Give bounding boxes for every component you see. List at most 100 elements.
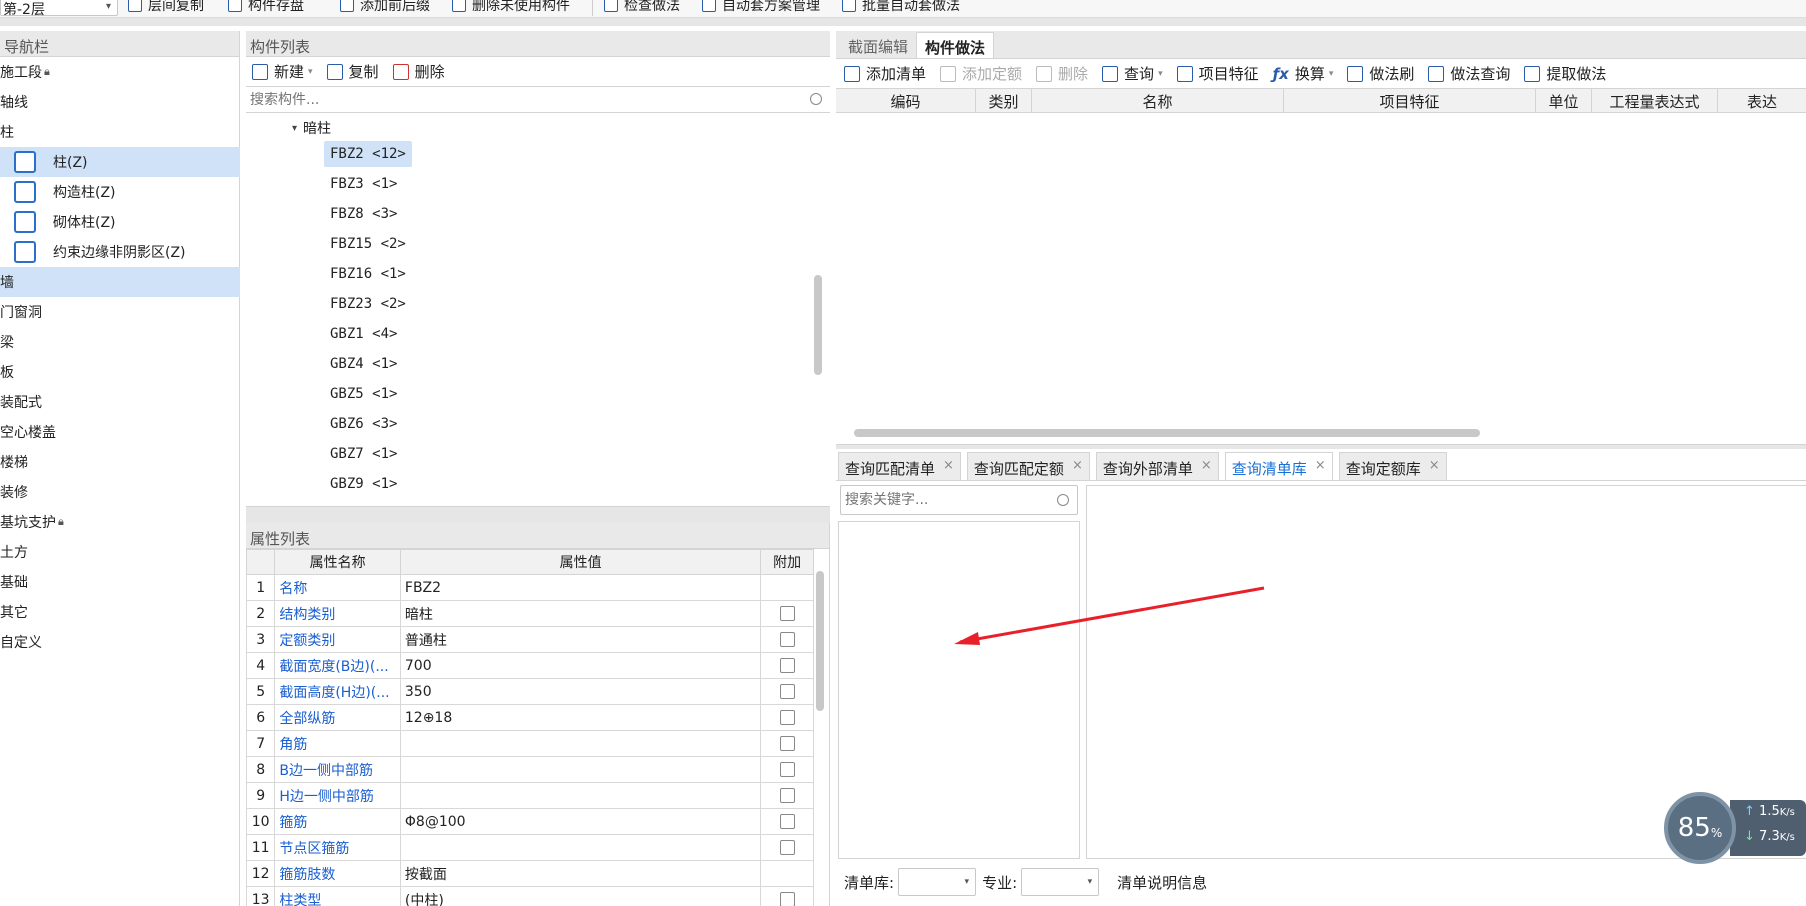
property-row[interactable]: 9 H边一侧中部筋 [246,782,814,809]
sidebar-item-0[interactable]: 施工段 🔒︎ [0,57,240,87]
property-row[interactable]: 3 定额类别 普通柱 [246,626,814,653]
extra-checkbox[interactable] [779,762,795,777]
tree-item[interactable]: FBZ2 <12> [324,141,412,167]
list-info-link[interactable]: 清单说明信息 [1117,872,1207,893]
property-row[interactable]: 7 角筋 [246,730,814,757]
property-row[interactable]: 4 截面宽度(B边)(... 700 [246,652,814,679]
tree-item[interactable]: GBZ1 <4> [324,321,403,347]
property-row[interactable]: 13 柱类型 (中柱) [246,886,814,906]
add-quota-button[interactable]: 添加定额 [940,63,1022,84]
sidebar-item-19[interactable]: 自定义 [0,627,240,657]
sidebar-item-16[interactable]: 土方 [0,537,240,567]
sidebar-item-2[interactable]: 柱 [0,117,240,147]
property-value[interactable]: Φ8@100 [399,808,762,835]
delete-unused-button[interactable]: 删除未使用构件 [452,0,570,16]
search-icon[interactable] [810,93,822,105]
tree-item[interactable]: GBZ5 <1> [324,381,403,407]
method-grid-hscrollbar[interactable] [854,429,1480,437]
extra-checkbox[interactable] [779,840,795,855]
new-button[interactable]: 新建 ▾ [252,61,313,82]
extra-checkbox[interactable] [779,632,795,647]
property-value[interactable]: 12⊕18 [399,704,762,731]
sidebar-item-10[interactable]: 板 [0,357,240,387]
property-value[interactable] [399,834,762,861]
sidebar-item-9[interactable]: 梁 [0,327,240,357]
property-value[interactable] [399,756,762,783]
component-search-input[interactable] [246,87,830,112]
query-button[interactable]: 查询 ▾ [1102,63,1163,84]
method-delete-button[interactable]: 删除 [1036,63,1088,84]
save-component-button[interactable]: 构件存盘 [228,0,304,16]
property-row[interactable]: 8 B边一侧中部筋 [246,756,814,783]
add-prefix-suffix-button[interactable]: 添加前后缀 [340,0,430,16]
extra-checkbox[interactable] [779,736,795,751]
sidebar-item-8[interactable]: 门窗洞 [0,297,240,327]
sidebar-item-7[interactable]: 墙 [0,267,240,297]
tree-group-hidden-column[interactable]: ▾ 暗柱 [286,115,337,141]
tree-item[interactable]: GBZ4 <1> [324,351,403,377]
property-row[interactable]: 1 名称 FBZ2 [246,574,814,601]
tree-scrollbar[interactable] [814,275,822,375]
network-speed-widget[interactable]: ↑ 1.5K/s ↓ 7.3K/s 85% [1664,792,1806,874]
property-value[interactable]: 700 [399,652,762,679]
property-value[interactable] [399,782,762,809]
tree-item[interactable]: FBZ15 <2> [324,231,412,257]
delete-button[interactable]: 删除 [392,61,445,82]
property-value[interactable]: 普通柱 [399,626,762,653]
batch-auto-method-button[interactable]: 批量自动套做法 [842,0,960,16]
sidebar-item-13[interactable]: 楼梯 [0,447,240,477]
sidebar-item-5[interactable]: 砌体柱(Z) [0,207,240,237]
tree-item[interactable]: FBZ8 <3> [324,201,403,227]
tree-item[interactable]: FBZ3 <1> [324,171,403,197]
item-feature-button[interactable]: 项目特征 [1176,63,1259,84]
extra-checkbox[interactable] [779,684,795,699]
extra-checkbox[interactable] [779,710,795,725]
tree-item[interactable]: GBZ7 <1> [324,441,403,467]
tab-section-edit[interactable]: 截面编辑 [840,32,916,58]
sidebar-item-15[interactable]: 基坑支护 🔒︎ [0,507,240,537]
sidebar-item-4[interactable]: 构造柱(Z) [0,177,240,207]
extra-checkbox[interactable] [779,814,795,829]
property-row[interactable]: 6 全部纵筋 12⊕18 [246,704,814,731]
auto-method-scheme-button[interactable]: 自动套方案管理 [702,0,820,16]
tree-item[interactable]: FBZ23 <2> [324,291,412,317]
sidebar-item-1[interactable]: 轴线 [0,87,240,117]
extra-checkbox[interactable] [779,892,795,906]
property-value[interactable]: 350 [399,678,762,705]
tab-component-method[interactable]: 构件做法 [916,32,995,58]
property-row[interactable]: 2 结构类别 暗柱 [246,600,814,627]
tree-item[interactable]: GBZ6 <3> [324,411,403,437]
tree-item[interactable]: GBZ9 <1> [324,471,403,497]
convert-button[interactable]: ƒx 换算 ▾ [1273,63,1334,84]
sidebar-item-14[interactable]: 装修 [0,477,240,507]
extra-checkbox[interactable] [779,606,795,621]
sidebar-item-12[interactable]: 空心楼盖 [0,417,240,447]
copy-button[interactable]: 复制 [326,61,379,82]
sidebar-item-18[interactable]: 其它 [0,597,240,627]
sidebar-item-3[interactable]: 柱(Z) [0,147,240,177]
extra-checkbox[interactable] [779,658,795,673]
properties-scrollbar[interactable] [816,571,824,711]
floor-select[interactable]: 第-2层 ▾ [0,0,118,17]
extra-checkbox[interactable] [779,788,795,803]
add-list-button[interactable]: 添加清单 [844,63,926,84]
property-row[interactable]: 10 箍筋 Φ8@100 [246,808,814,835]
check-method-button[interactable]: 检查做法 [604,0,680,16]
sidebar-item-11[interactable]: 装配式 [0,387,240,417]
property-value[interactable]: 按截面 [399,860,762,887]
major-select[interactable]: ▾ [1021,868,1100,896]
property-row[interactable]: 5 截面高度(H边)(... 350 [246,678,814,705]
copy-between-floors-button[interactable]: 层间复制 [128,0,204,16]
tree-item[interactable]: FBZ16 <1> [324,261,412,287]
list-library-select[interactable]: ▾ [898,868,977,896]
sidebar-item-6[interactable]: 约束边缘非阴影区(Z) [0,237,240,267]
property-row[interactable]: 11 节点区箍筋 [246,834,814,861]
extract-method-button[interactable]: 提取做法 [1524,63,1606,84]
property-value[interactable]: FBZ2 [399,574,762,601]
property-value[interactable] [399,730,762,757]
method-brush-button[interactable]: 做法刷 [1347,63,1414,84]
sidebar-item-17[interactable]: 基础 [0,567,240,597]
panel-splitter[interactable] [246,507,830,523]
method-query-button[interactable]: 做法查询 [1428,63,1510,84]
property-value[interactable]: 暗柱 [399,600,762,627]
